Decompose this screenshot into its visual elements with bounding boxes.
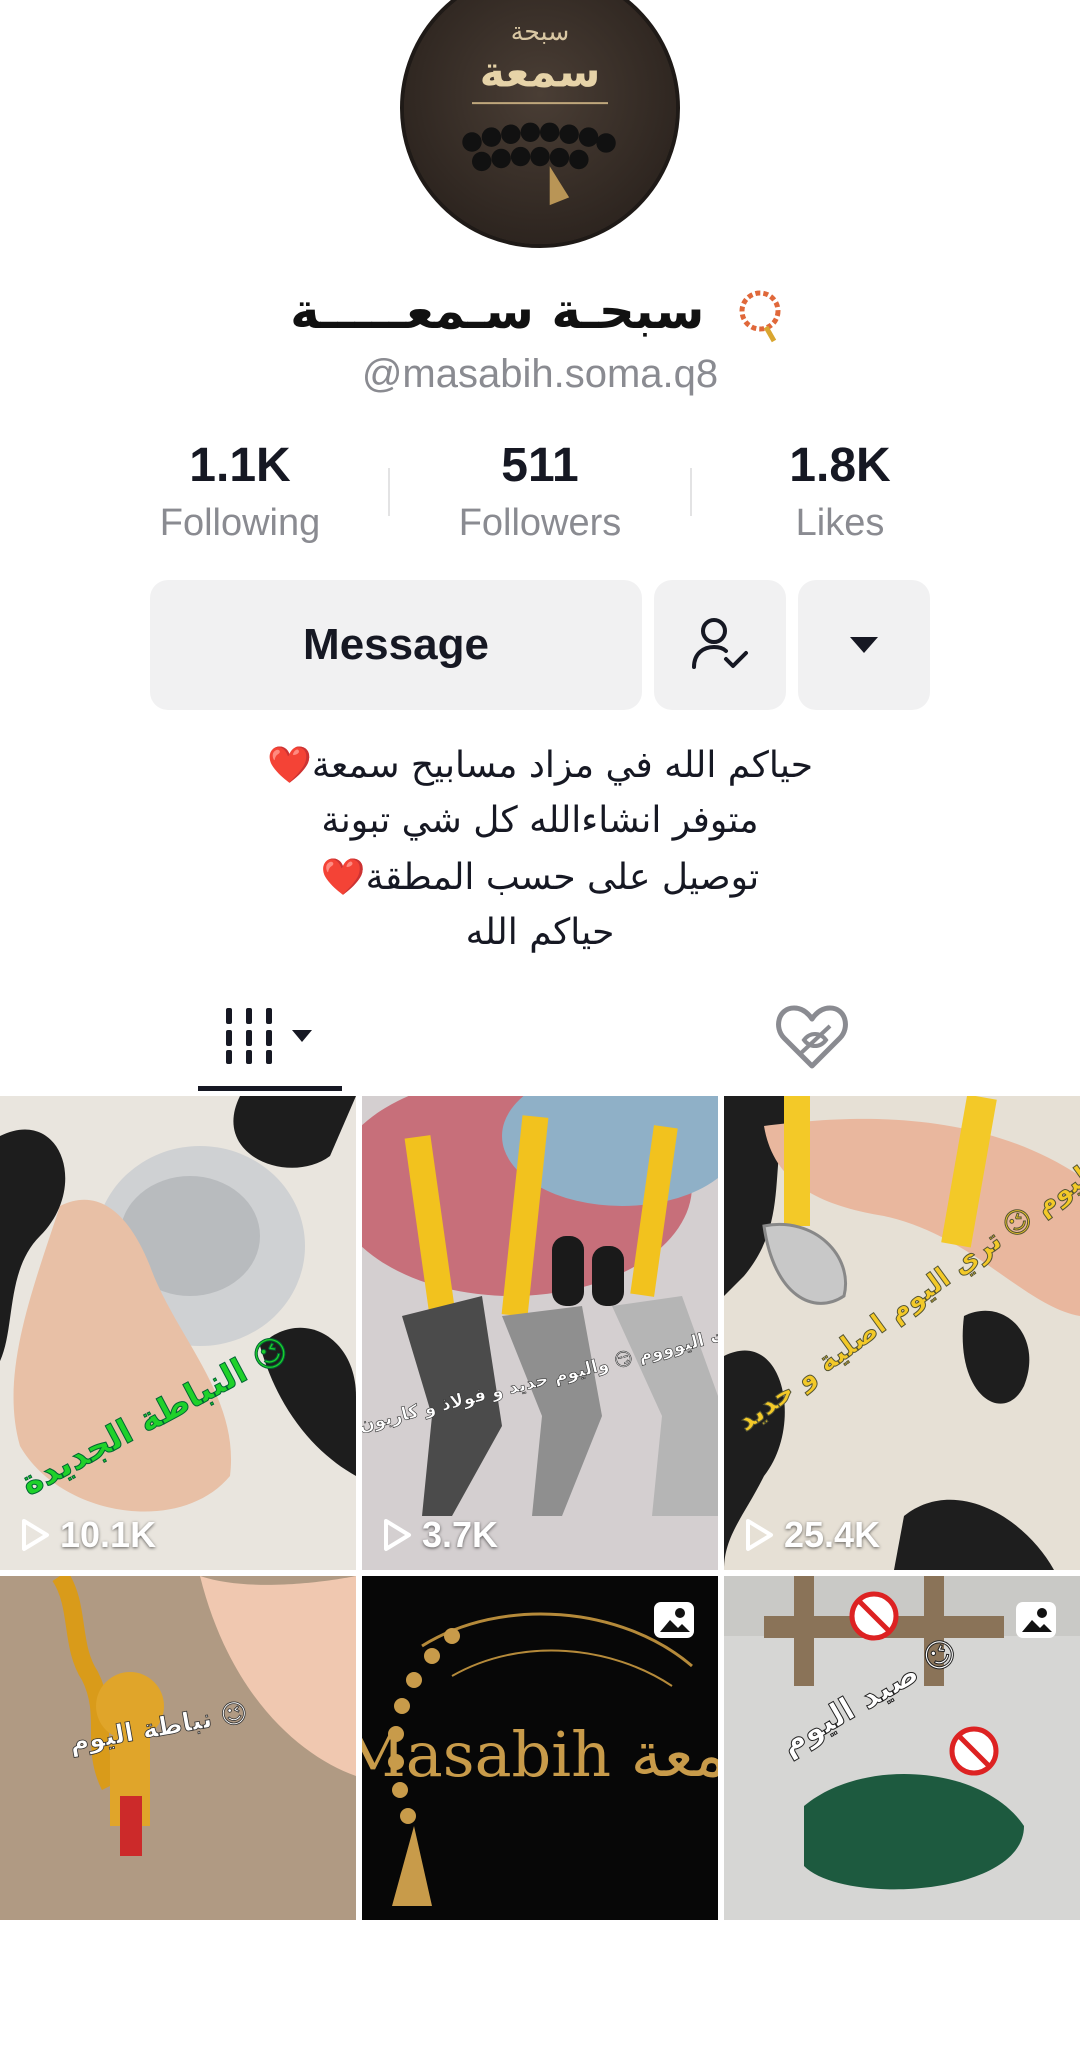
- stat-following[interactable]: 1.1K Following: [110, 440, 370, 545]
- more-options-button[interactable]: [798, 580, 930, 710]
- following-status-button[interactable]: [654, 580, 786, 710]
- avatar-text-line1: سبحة: [511, 17, 570, 46]
- prayer-beads-icon: [739, 290, 781, 342]
- person-check-icon: [692, 618, 748, 669]
- grid-icon: [226, 1008, 312, 1064]
- bio-line: متوفر انشاءالله كل شي تبونة: [321, 800, 759, 841]
- active-tab-indicator: [198, 1086, 342, 1091]
- video-thumbnail[interactable]: نباطة اليوم 😉: [0, 1576, 356, 2050]
- play-icon: [746, 1519, 773, 1551]
- message-button[interactable]: Message: [150, 580, 642, 710]
- stat-followers[interactable]: 511 Followers: [410, 440, 670, 545]
- photo-thumbnail[interactable]: صيد اليوم 😉: [724, 1576, 1080, 2050]
- photo-caption: Masabih سمعة: [362, 1718, 718, 1791]
- caret-down-icon: [850, 637, 878, 653]
- stat-likes-value: 1.8K: [789, 439, 891, 492]
- bio-line: توصيل على حسب المطقة❤️: [320, 857, 760, 898]
- stat-likes[interactable]: 1.8K Likes: [710, 440, 970, 545]
- display-name-text: سبحـة سـمعـــــة: [290, 282, 705, 340]
- stat-likes-label: Likes: [795, 502, 885, 544]
- view-count: 3.7K: [382, 1514, 498, 1556]
- profile-avatar[interactable]: سبحة سمعة: [400, 0, 680, 248]
- username-handle: @masabih.soma.q8: [361, 352, 719, 396]
- view-count: 25.4K: [744, 1514, 880, 1556]
- video-thumbnail[interactable]: النباطة الجديدة 😉 10.1K: [0, 1096, 356, 1570]
- view-count-text: 3.7K: [422, 1514, 499, 1555]
- photo-icon: [1014, 1600, 1058, 1640]
- avatar-text-line2: سمعة: [480, 48, 601, 98]
- photo-thumbnail[interactable]: Masabih سمعة: [362, 1576, 718, 2050]
- tab-videos[interactable]: [220, 1004, 320, 1073]
- stat-following-value: 1.1K: [189, 439, 291, 492]
- stats-divider: [388, 468, 390, 516]
- view-count-text: 25.4K: [784, 1514, 881, 1555]
- heart-hidden-icon: [776, 1005, 848, 1069]
- display-name: سبحـة سـمعـــــة: [0, 282, 1080, 345]
- bio-line: حياكم الله في مزاد مسابيح سمعة❤️: [267, 745, 813, 786]
- bio-line: حياكم الله: [465, 912, 615, 953]
- stat-followers-value: 511: [501, 439, 579, 492]
- stats-divider: [690, 468, 692, 516]
- message-button-label: Message: [303, 620, 489, 669]
- view-count: 10.1K: [20, 1514, 156, 1556]
- video-thumbnail[interactable]: نباطات اليوووم 😏 واليوم حديد و فولاذ و ك…: [362, 1096, 718, 1570]
- stat-followers-label: Followers: [458, 502, 622, 544]
- tab-liked[interactable]: [774, 1000, 850, 1077]
- video-thumbnail[interactable]: نباطة اليوم 😉 تري اليوم اصلية و حديد 😂 2…: [724, 1096, 1080, 1570]
- stat-following-label: Following: [159, 502, 321, 544]
- play-icon: [22, 1519, 49, 1551]
- play-icon: [384, 1519, 411, 1551]
- view-count-text: 10.1K: [60, 1514, 157, 1555]
- photo-icon: [652, 1600, 696, 1640]
